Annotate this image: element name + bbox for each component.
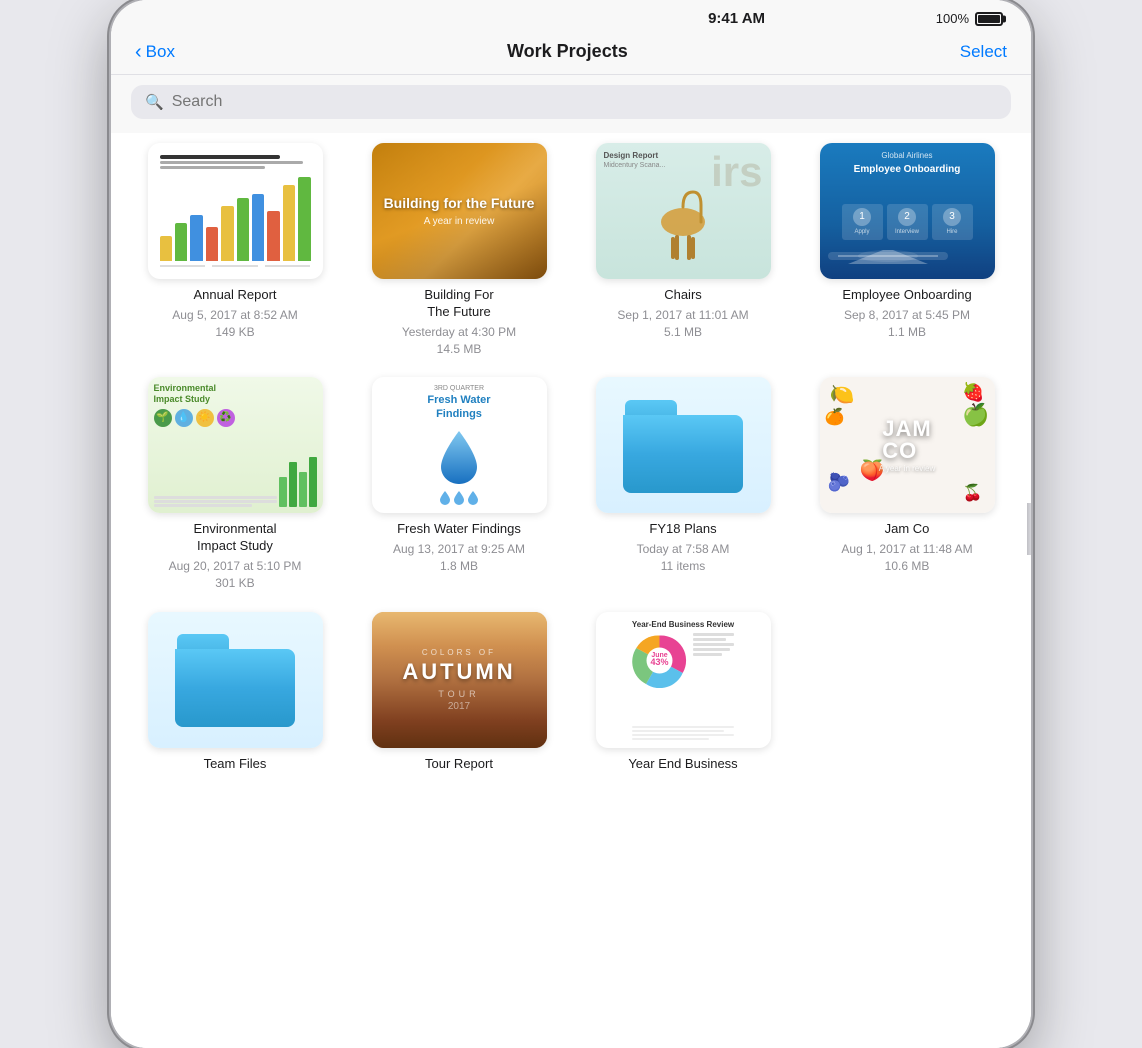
list-item[interactable]: FY18 Plans Today at 7:58 AM11 items — [579, 377, 787, 591]
search-bar: 🔍 — [131, 85, 1011, 119]
file-thumbnail: 🍋 🍓 🍊 🍏 🫐 🍒 🍑 JAMCO A year in review — [820, 377, 995, 513]
files-grid: Annual Report Aug 5, 2017 at 8:52 AM149 … — [131, 143, 1011, 776]
file-meta: Aug 13, 2017 at 9:25 AM1.8 MB — [393, 541, 525, 575]
file-meta: Aug 5, 2017 at 8:52 AM149 KB — [172, 307, 297, 341]
status-right: 100% — [936, 11, 1003, 26]
screen: 9:41 AM 100% ‹ Box Work Projects Select … — [111, 0, 1031, 1048]
status-time: 9:41 AM — [537, 10, 935, 27]
file-thumbnail — [148, 612, 323, 748]
file-thumbnail: Building for the Future A year in review — [372, 143, 547, 279]
battery-percent: 100% — [936, 11, 969, 26]
file-thumbnail: 3RD QUARTER Fresh WaterFindings — [372, 377, 547, 513]
file-thumbnail — [596, 377, 771, 513]
file-name: Fresh Water Findings — [397, 521, 521, 538]
side-button[interactable] — [1027, 503, 1031, 555]
list-item[interactable]: Annual Report Aug 5, 2017 at 8:52 AM149 … — [131, 143, 339, 357]
file-name: Jam Co — [885, 521, 930, 538]
scroll-content: Annual Report Aug 5, 2017 at 8:52 AM149 … — [111, 133, 1031, 1048]
file-thumbnail: Global Airlines Employee Onboarding 1 Ap… — [820, 143, 995, 279]
file-name: EnvironmentalImpact Study — [193, 521, 276, 555]
nav-bar: ‹ Box Work Projects Select — [111, 33, 1031, 75]
file-thumbnail: EnvironmentalImpact Study 🌱 💧 ☀️ ♻️ — [148, 377, 323, 513]
file-thumbnail — [148, 143, 323, 279]
file-name: Annual Report — [193, 287, 276, 304]
list-item[interactable]: Team Files — [131, 612, 339, 776]
file-meta: Aug 20, 2017 at 5:10 PM301 KB — [169, 558, 302, 592]
back-label: Box — [146, 42, 175, 62]
file-meta: Today at 7:58 AM11 items — [637, 541, 730, 575]
file-name: FY18 Plans — [649, 521, 716, 538]
list-item[interactable]: Global Airlines Employee Onboarding 1 Ap… — [803, 143, 1011, 357]
back-chevron-icon: ‹ — [135, 42, 142, 62]
list-item[interactable]: EnvironmentalImpact Study 🌱 💧 ☀️ ♻️ — [131, 377, 339, 591]
file-name: Chairs — [664, 287, 702, 304]
search-input[interactable] — [172, 93, 997, 111]
file-name: Employee Onboarding — [842, 287, 971, 304]
search-container: 🔍 — [111, 75, 1031, 133]
list-item[interactable]: Design Report Midcentury Scana... irs — [579, 143, 787, 357]
file-name: Tour Report — [425, 756, 493, 773]
list-item[interactable]: Year-End Business Review — [579, 612, 787, 776]
list-item[interactable]: 🍋 🍓 🍊 🍏 🫐 🍒 🍑 JAMCO A year in review — [803, 377, 1011, 591]
svg-text:43%: 43% — [650, 657, 668, 667]
file-name: Year End Business — [628, 756, 737, 773]
list-item[interactable]: 3RD QUARTER Fresh WaterFindings — [355, 377, 563, 591]
file-name: Team Files — [204, 756, 267, 773]
list-item[interactable]: Building for the Future A year in review… — [355, 143, 563, 357]
file-name: Building ForThe Future — [424, 287, 493, 321]
file-meta: Sep 8, 2017 at 5:45 PM1.1 MB — [844, 307, 970, 341]
file-thumbnail: Year-End Business Review — [596, 612, 771, 748]
status-bar: 9:41 AM 100% — [111, 0, 1031, 33]
file-meta: Aug 1, 2017 at 11:48 AM10.6 MB — [841, 541, 972, 575]
list-item[interactable]: COLORS OF AUTUMN TOUR 2017 Tour Report — [355, 612, 563, 776]
select-button[interactable]: Select — [960, 42, 1007, 62]
file-thumbnail: COLORS OF AUTUMN TOUR 2017 — [372, 612, 547, 748]
battery-fill — [978, 15, 1000, 23]
battery-icon — [975, 12, 1003, 26]
page-title: Work Projects — [507, 41, 628, 62]
back-button[interactable]: ‹ Box — [135, 42, 175, 62]
ipad-frame: 9:41 AM 100% ‹ Box Work Projects Select … — [111, 0, 1031, 1048]
search-icon: 🔍 — [145, 93, 164, 111]
file-meta: Sep 1, 2017 at 11:01 AM5.1 MB — [617, 307, 748, 341]
file-meta: Yesterday at 4:30 PM14.5 MB — [402, 324, 516, 358]
file-thumbnail: Design Report Midcentury Scana... irs — [596, 143, 771, 279]
